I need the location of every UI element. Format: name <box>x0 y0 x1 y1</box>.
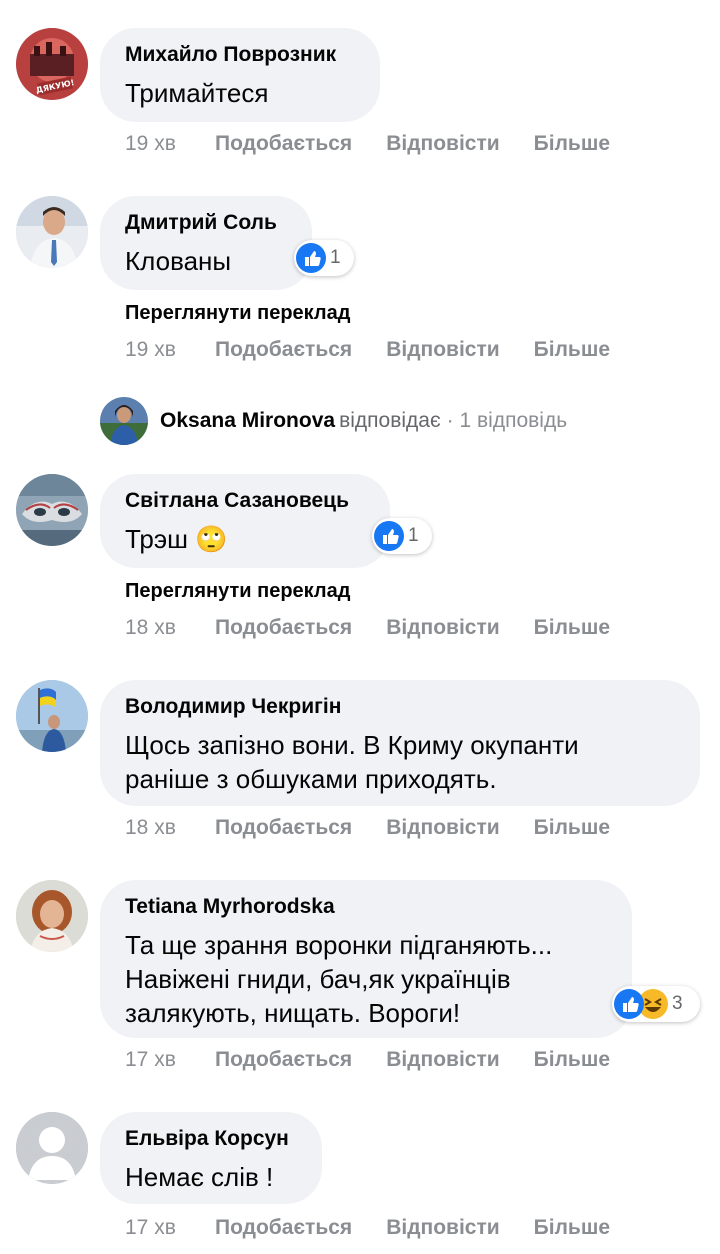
avatar-image <box>16 880 88 952</box>
reaction-summary[interactable]: 1 <box>294 240 354 276</box>
like-button[interactable]: Подобається <box>215 816 352 840</box>
reply-button[interactable]: Відповісти <box>386 816 499 840</box>
comment-time[interactable]: 17 хв <box>125 1048 215 1072</box>
see-translation-link[interactable]: Переглянути переклад <box>125 302 350 325</box>
comment-time[interactable]: 19 хв <box>125 132 215 156</box>
avatar[interactable] <box>16 880 88 952</box>
comment-author[interactable]: Ельвіра Корсун <box>125 1126 297 1152</box>
comment-time[interactable]: 17 хв <box>125 1216 215 1240</box>
view-replies-row[interactable]: Oksana Mironova відповідає · 1 відповідь <box>100 396 567 446</box>
comment-author[interactable]: Михайло Поврозник <box>125 42 355 68</box>
reaction-summary[interactable]: 3 <box>612 986 700 1022</box>
comment-actions: 18 хв Подобається Відповісти Більше <box>125 613 644 643</box>
comment-author[interactable]: Дмитрий Соль <box>125 210 287 236</box>
more-button[interactable]: Більше <box>534 1048 610 1072</box>
comment-bubble[interactable]: Ельвіра Корсун Немає слів ! <box>100 1112 322 1204</box>
more-button[interactable]: Більше <box>534 616 610 640</box>
comment-text-line: Навіжені гниди, бач,як українців <box>125 964 511 994</box>
avatar-image: ДЯКУЮ! <box>16 28 88 100</box>
comment-actions: 17 хв Подобається Відповісти Більше <box>125 1045 644 1075</box>
reaction-summary[interactable]: 1 <box>372 518 432 554</box>
avatar-image <box>16 680 88 752</box>
avatar[interactable] <box>16 1112 88 1184</box>
reply-button[interactable]: Відповісти <box>386 1216 499 1240</box>
like-reaction-icon <box>374 521 404 551</box>
more-button[interactable]: Більше <box>534 816 610 840</box>
comment-text: Щось запізно вони. В Криму окупанти рані… <box>125 728 675 796</box>
comment-author[interactable]: Tetiana Myrhorodska <box>125 894 607 920</box>
more-button[interactable]: Більше <box>534 132 610 156</box>
more-button[interactable]: Більше <box>534 338 610 362</box>
reaction-count: 1 <box>330 247 341 268</box>
reaction-count: 1 <box>408 525 419 546</box>
avatar[interactable] <box>16 474 88 546</box>
comment-bubble[interactable]: Tetiana Myrhorodska Та ще зрання воронки… <box>100 880 632 1038</box>
reply-button[interactable]: Відповісти <box>386 338 499 362</box>
see-translation-link[interactable]: Переглянути переклад <box>125 580 350 603</box>
like-reaction-icon <box>296 243 326 273</box>
avatar[interactable] <box>16 680 88 752</box>
more-button[interactable]: Більше <box>534 1216 610 1240</box>
like-button[interactable]: Подобається <box>215 1048 352 1072</box>
reply-button[interactable]: Відповісти <box>386 1048 499 1072</box>
comment-author[interactable]: Світлана Сазановець <box>125 488 365 514</box>
reply-count: · 1 відповідь <box>446 409 568 432</box>
reaction-count: 3 <box>672 993 683 1014</box>
reply-verb: відповідає <box>339 409 441 432</box>
like-button[interactable]: Подобається <box>215 132 352 156</box>
like-reaction-icon <box>614 989 644 1019</box>
avatar-image <box>16 196 88 268</box>
default-avatar-icon <box>16 1112 88 1184</box>
avatar-image <box>100 397 148 445</box>
like-button[interactable]: Подобається <box>215 616 352 640</box>
comment-text-line: раніше з обшуками приходять. <box>125 764 497 794</box>
comment-actions: 19 хв Подобається Відповісти Більше <box>125 129 644 159</box>
comment-time[interactable]: 19 хв <box>125 338 215 362</box>
comment-author[interactable]: Володимир Чекригін <box>125 694 675 720</box>
comment-text-line: Та ще зрання воронки підганяють... <box>125 930 553 960</box>
comment-text: Трэш 🙄 <box>125 524 228 554</box>
comment-actions: 19 хв Подобається Відповісти Більше <box>125 335 644 365</box>
comment-text: Та ще зрання воронки підганяють... Навіж… <box>125 928 607 1030</box>
reply-button[interactable]: Відповісти <box>386 132 499 156</box>
avatar[interactable] <box>16 196 88 268</box>
comment-text: Тримайтеся <box>125 78 269 108</box>
comment-actions: 18 хв Подобається Відповісти Більше <box>125 813 644 843</box>
avatar-image <box>16 474 88 546</box>
comment-text: Немає слів ! <box>125 1162 274 1192</box>
comment-text-line: залякують, нищать. Вороги! <box>125 998 461 1028</box>
comment-text: Клованы <box>125 246 232 276</box>
comment-bubble[interactable]: Світлана Сазановець Трэш 🙄 <box>100 474 390 568</box>
comment-bubble[interactable]: Володимир Чекригін Щось запізно вони. В … <box>100 680 700 806</box>
avatar[interactable]: ДЯКУЮ! <box>16 28 88 100</box>
reply-author: Oksana Mironova <box>160 409 336 432</box>
comment-time[interactable]: 18 хв <box>125 616 215 640</box>
like-button[interactable]: Подобається <box>215 1216 352 1240</box>
comment-text-line: Щось запізно вони. В Криму окупанти <box>125 730 579 760</box>
comment-actions: 17 хв Подобається Відповісти Більше <box>125 1213 644 1243</box>
reply-button[interactable]: Відповісти <box>386 616 499 640</box>
comment-bubble[interactable]: Дмитрий Соль Клованы <box>100 196 312 290</box>
like-button[interactable]: Подобається <box>215 338 352 362</box>
comment-bubble[interactable]: Михайло Поврозник Тримайтеся <box>100 28 380 122</box>
comment-time[interactable]: 18 хв <box>125 816 215 840</box>
reply-avatar <box>100 397 148 445</box>
